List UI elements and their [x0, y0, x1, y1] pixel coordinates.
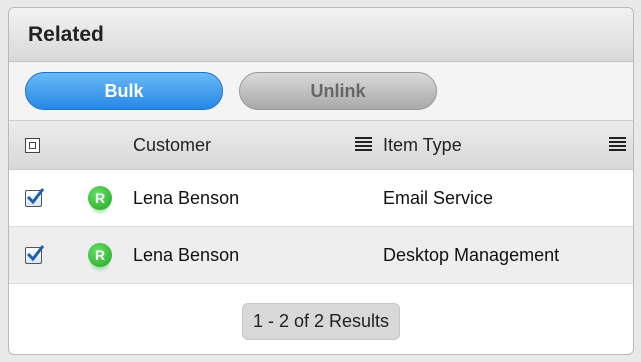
related-panel: Related Bulk Unlink Customer Item Type R…: [8, 7, 634, 355]
panel-title: Related: [28, 22, 104, 46]
select-all-checkbox[interactable]: [25, 137, 40, 153]
row-checkbox-cell: [25, 170, 45, 226]
item-type-cell[interactable]: Desktop Management: [383, 227, 559, 283]
select-all-cell: [25, 121, 40, 169]
checkmark-icon: [26, 244, 45, 261]
table-row[interactable]: R Lena Benson Email Service: [9, 170, 633, 227]
column-menu-icon[interactable]: [609, 137, 626, 157]
column-header-customer[interactable]: Customer: [133, 121, 211, 169]
row-checkbox[interactable]: [25, 187, 45, 207]
checkmark-icon: [26, 187, 45, 204]
row-checkbox[interactable]: [25, 244, 45, 264]
column-header-item-type[interactable]: Item Type: [383, 121, 462, 169]
table-header: Customer Item Type: [9, 120, 633, 170]
row-checkbox-cell: [25, 227, 45, 283]
panel-header: Related: [9, 8, 633, 62]
related-table: Customer Item Type R Lena Benson Email S…: [9, 120, 633, 284]
customer-cell[interactable]: Lena Benson: [133, 227, 239, 283]
customer-cell[interactable]: Lena Benson: [133, 170, 239, 226]
item-type-cell[interactable]: Email Service: [383, 170, 493, 226]
bulk-button[interactable]: Bulk: [25, 72, 223, 110]
table-footer: 1 - 2 of 2 Results: [9, 284, 633, 354]
status-badge-icon: R: [88, 243, 112, 267]
status-icon-cell: R: [88, 170, 112, 226]
toolbar: Bulk Unlink: [9, 62, 633, 120]
status-badge-icon: R: [88, 186, 112, 210]
table-row[interactable]: R Lena Benson Desktop Management: [9, 227, 633, 284]
status-icon-cell: R: [88, 227, 112, 283]
pagination-summary: 1 - 2 of 2 Results: [241, 303, 401, 340]
unlink-button[interactable]: Unlink: [239, 72, 437, 110]
column-menu-icon[interactable]: [355, 137, 372, 157]
